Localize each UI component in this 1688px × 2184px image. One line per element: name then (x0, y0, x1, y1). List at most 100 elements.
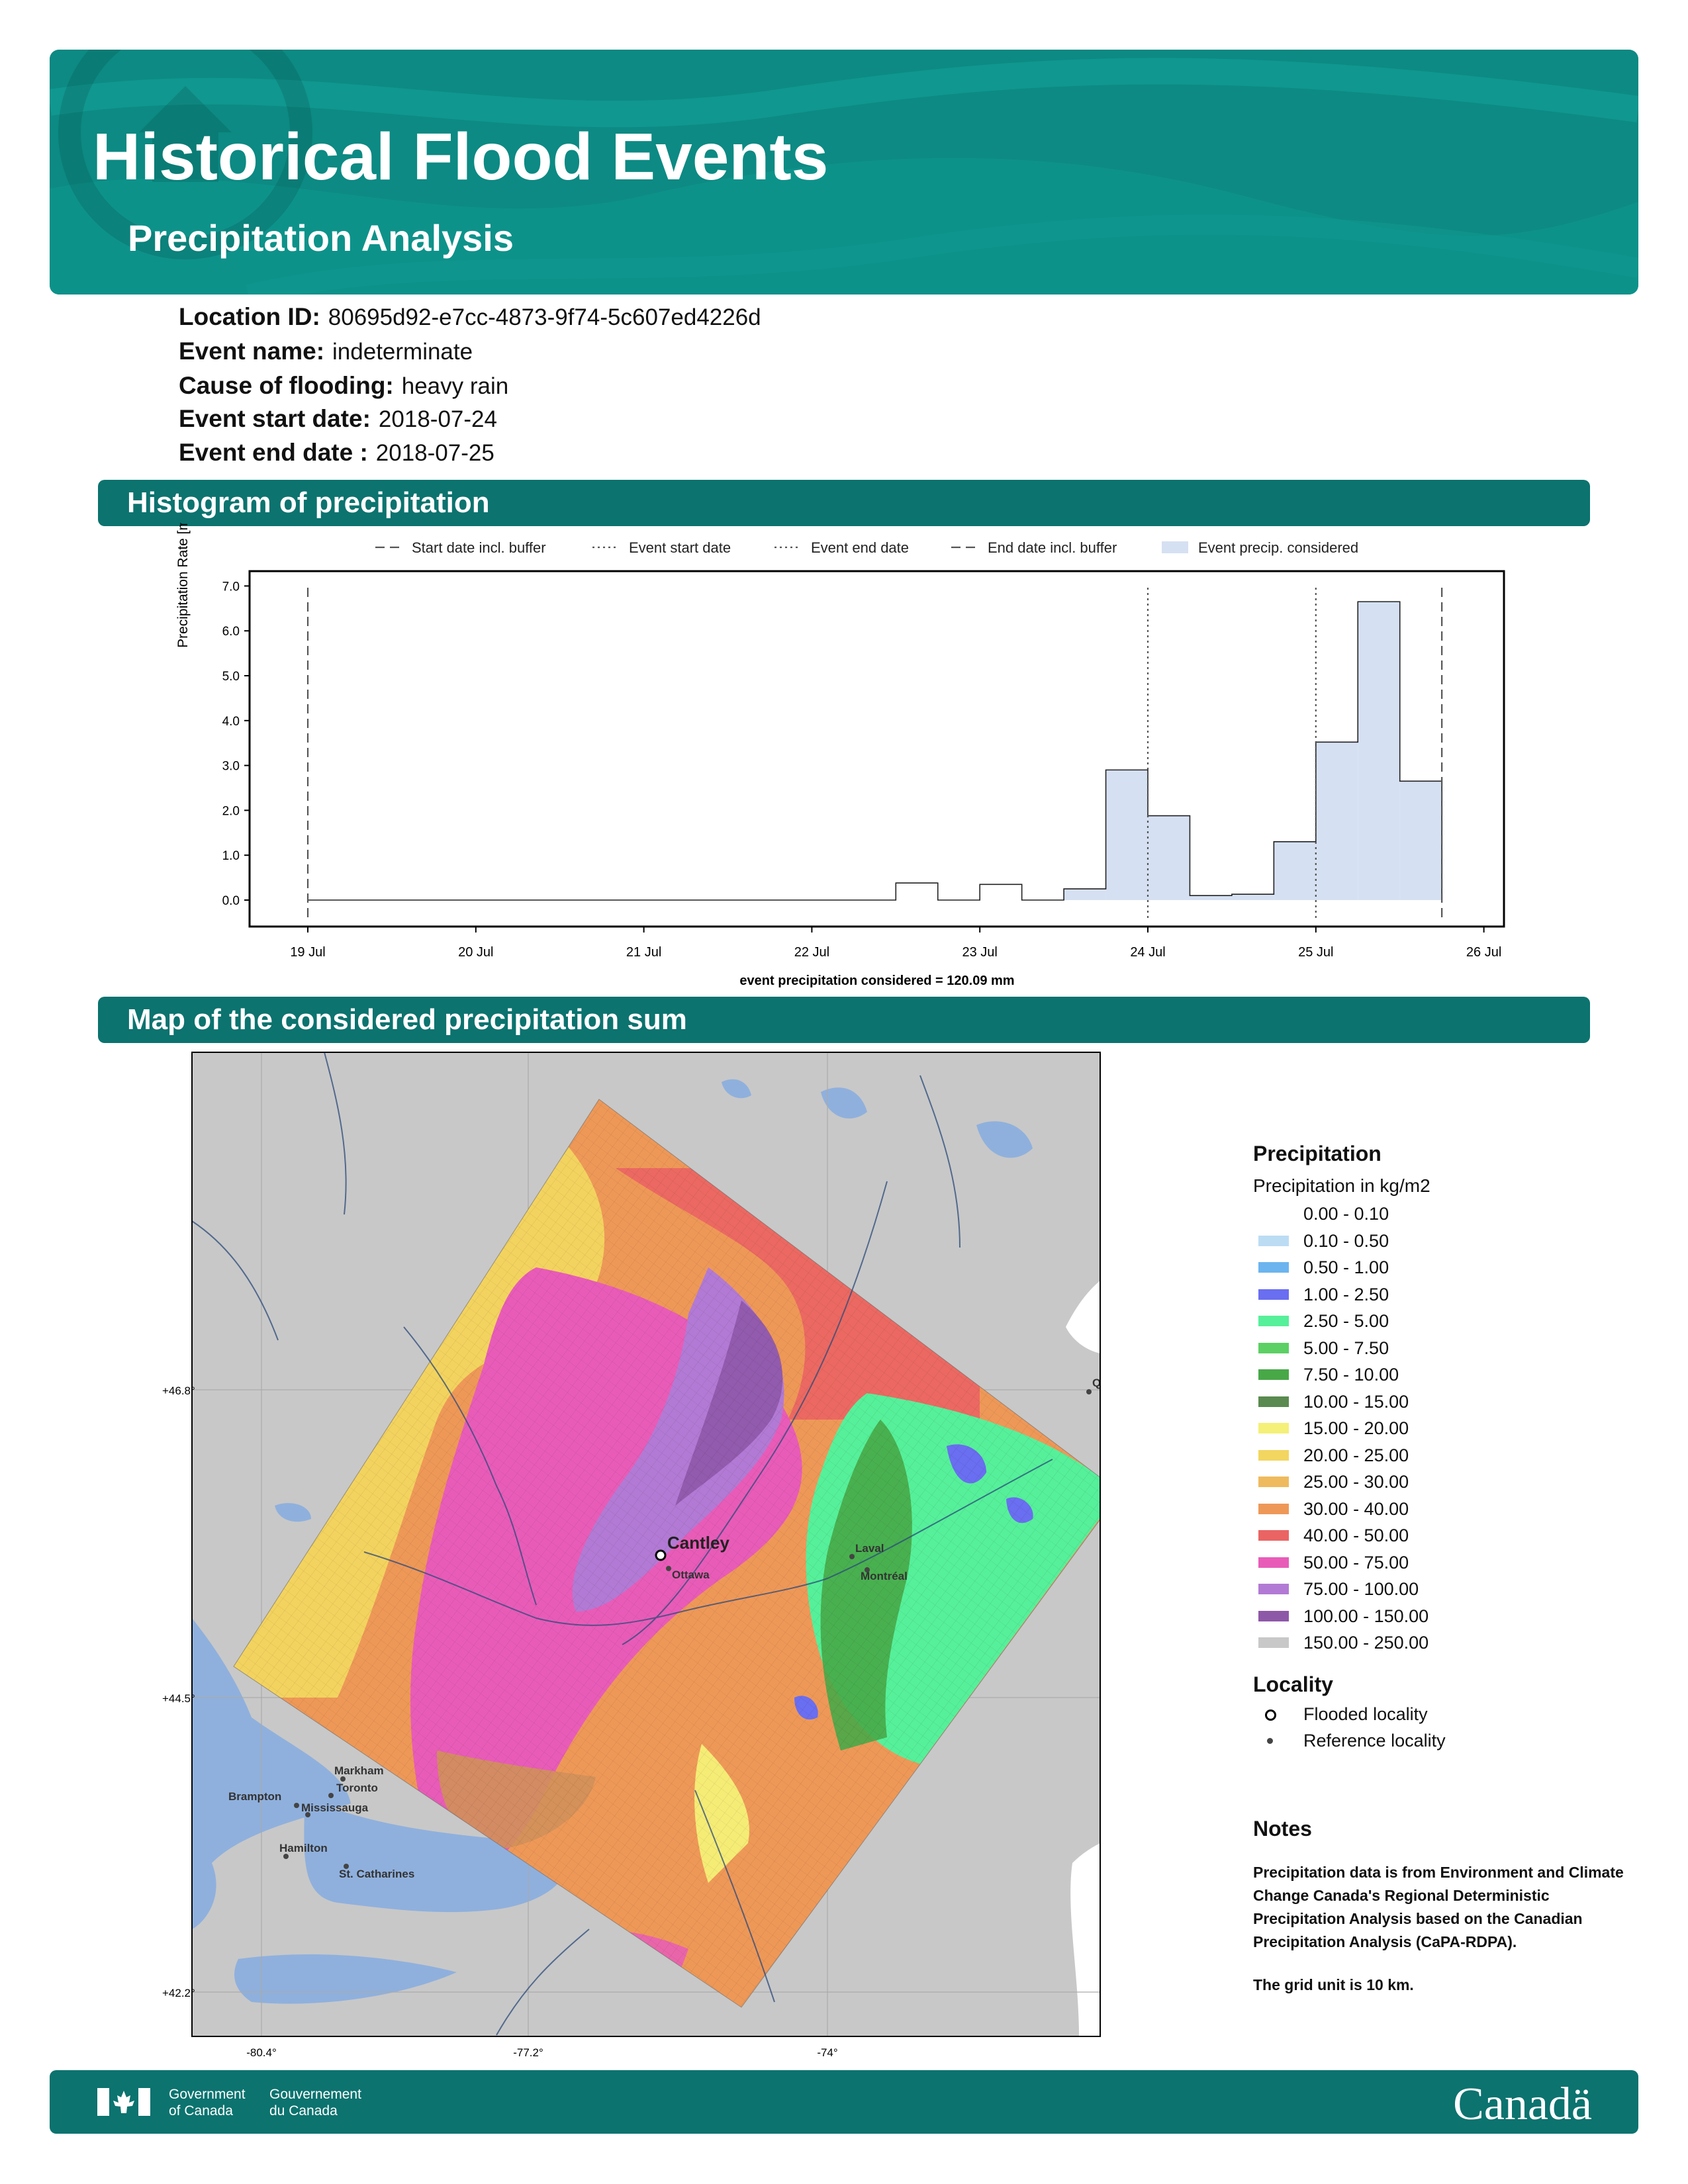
svg-text:-80.4°: -80.4° (246, 2046, 277, 2059)
legend-flooded-locality: Flooded locality (1253, 1701, 1624, 1728)
histogram-bar-11 (1315, 742, 1358, 900)
section-map: Map of the considered precipitation sum (98, 997, 1590, 1043)
legend-label-0: Start date incl. buffer (412, 539, 546, 556)
svg-text:Hamilton: Hamilton (279, 1842, 328, 1854)
svg-text:Toronto: Toronto (336, 1782, 378, 1794)
legend-class-11: 30.00 - 40.00 (1253, 1496, 1624, 1523)
precipitation-map: Cantley Ottawa Laval Montréal Québec Mar… (162, 1052, 1119, 2059)
legend-class-6: 7.50 - 10.00 (1253, 1361, 1624, 1388)
legend-class-16: 150.00 - 250.00 (1253, 1629, 1624, 1657)
legend-class-label: 0.00 - 0.10 (1303, 1204, 1389, 1224)
histogram-bar-7 (1148, 815, 1190, 900)
legend-swatch (1258, 1342, 1289, 1353)
legend-label-1: Event start date (629, 539, 731, 556)
notes-text-grid: The grid unit is 10 km. (1253, 1976, 1414, 1993)
canada-flag-icon (97, 2088, 150, 2116)
histogram-legend: Start date incl. buffer Event start date E… (375, 539, 1358, 556)
canada-wordmark: Canadä (1453, 2079, 1592, 2130)
legend-swatch (1258, 1208, 1289, 1219)
legend-label-4: Event precip. considered (1198, 539, 1358, 556)
x-tick-label-4: 23 Jul (962, 945, 998, 960)
svg-text:+46.8°: +46.8° (162, 1385, 195, 1397)
reference-marker-icon (1267, 1738, 1273, 1744)
legend-class-13: 50.00 - 75.00 (1253, 1549, 1624, 1576)
histogram-bar-13 (1399, 781, 1442, 900)
x-axis: 19 Jul 20 Jul 21 Jul 22 Jul 23 Jul 24 Jul 25 J… (290, 927, 1501, 960)
y-axis: 0.0 1.0 2.0 3.0 4.0 5.0 6.0 7.0 (222, 580, 250, 908)
legend-class-7: 10.00 - 15.00 (1253, 1388, 1624, 1416)
histogram-bar-5 (1064, 889, 1106, 900)
legend-class-label: 150.00 - 250.00 (1303, 1633, 1429, 1653)
y-tick-label-0: 0.0 (222, 894, 240, 908)
histogram-bar-8 (1190, 895, 1232, 900)
legend-class-label: 10.00 - 15.00 (1303, 1391, 1409, 1412)
svg-text:Laval: Laval (855, 1542, 884, 1555)
svg-text:-77.2°: -77.2° (513, 2046, 543, 2059)
legend-class-3: 1.00 - 2.50 (1253, 1281, 1624, 1308)
legend-class-5: 5.00 - 7.50 (1253, 1335, 1624, 1362)
legend-label-2: Event end date (811, 539, 909, 556)
x-tick-label-6: 25 Jul (1298, 945, 1333, 960)
notes-panel: Notes Precipitation data is from Environ… (1253, 1817, 1624, 1997)
page-subtitle: Precipitation Analysis (128, 217, 514, 259)
legend-swatch (1258, 1369, 1289, 1380)
legend-class-label: 100.00 - 150.00 (1303, 1606, 1429, 1626)
legend-label-3: End date incl. buffer (988, 539, 1117, 556)
y-tick-label-4: 4.0 (222, 715, 240, 729)
info-cause: Cause of flooding: heavy rain (179, 372, 509, 399)
section-histogram: Histogram of precipitation (98, 480, 1590, 526)
legend-subtitle: Precipitation in kg/m2 (1253, 1175, 1430, 1196)
legend-reference-locality: Reference locality (1253, 1727, 1624, 1754)
legend-class-label: 5.00 - 7.50 (1303, 1338, 1389, 1358)
legend-swatch (1258, 1530, 1289, 1541)
legend-swatch-4 (1162, 541, 1188, 553)
legend-class-label: 25.00 - 30.00 (1303, 1472, 1409, 1492)
y-tick-label-5: 5.0 (222, 670, 240, 684)
legend-class-label: 0.50 - 1.00 (1303, 1257, 1389, 1277)
page-title: Historical Flood Events (93, 120, 829, 194)
legend-swatch (1258, 1503, 1289, 1514)
legend-classes: 0.00 - 0.10 0.10 - 0.50 0.50 - 1.00 1.00 - … (1253, 1201, 1624, 1657)
svg-text:Mississauga: Mississauga (301, 1801, 369, 1814)
legend-swatch (1258, 1289, 1289, 1300)
legend-swatch (1258, 1584, 1289, 1594)
y-axis-label: Precipitation Rate [mm h⁻¹] (175, 523, 191, 648)
legend-class-1: 0.10 - 0.50 (1253, 1228, 1624, 1255)
histogram-bar-12 (1358, 602, 1400, 900)
x-tick-label-5: 24 Jul (1130, 945, 1165, 960)
legend-class-label: 2.50 - 5.00 (1303, 1311, 1389, 1331)
histogram-bar-10 (1274, 841, 1316, 900)
locality-legend-title: Locality (1253, 1672, 1333, 1696)
svg-text:Montréal: Montréal (861, 1570, 908, 1582)
legend-swatch (1258, 1262, 1289, 1273)
flooded-marker-icon (1265, 1709, 1276, 1721)
legend-class-label: 15.00 - 20.00 (1303, 1418, 1409, 1438)
legend-class-9: 20.00 - 25.00 (1253, 1442, 1624, 1469)
legend-class-15: 100.00 - 150.00 (1253, 1603, 1624, 1630)
legend-swatch (1258, 1557, 1289, 1568)
x-tick-label-7: 26 Jul (1466, 945, 1501, 960)
legend-class-12: 40.00 - 50.00 (1253, 1522, 1624, 1549)
y-tick-label-1: 1.0 (222, 849, 240, 863)
svg-text:Cantley: Cantley (667, 1533, 729, 1553)
precipitation-histogram: Start date incl. buffer Event start date E… (175, 523, 1505, 988)
x-tick-label-1: 20 Jul (458, 945, 493, 960)
info-end-date: Event end date :2018-07-25 (179, 439, 494, 466)
legend-class-label: 40.00 - 50.00 (1303, 1525, 1409, 1545)
legend-title: Precipitation (1253, 1142, 1382, 1165)
svg-text:Ottawa: Ottawa (672, 1569, 710, 1581)
legend-class-14: 75.00 - 100.00 (1253, 1576, 1624, 1603)
x-tick-label-3: 22 Jul (794, 945, 829, 960)
gov-fr-signature: Gouvernement du Canada (269, 2087, 361, 2118)
legend-class-label: 7.50 - 10.00 (1303, 1365, 1399, 1385)
legend-swatch (1258, 1610, 1289, 1621)
x-tick-label-0: 19 Jul (290, 945, 325, 960)
svg-text:Québec: Québec (1092, 1377, 1119, 1389)
legend-class-label: 75.00 - 100.00 (1303, 1579, 1419, 1599)
info-location-id: Location ID: 80695d92-e7cc-4873-9f74-5c60… (179, 303, 761, 330)
legend-swatch (1258, 1449, 1289, 1461)
gov-en-signature: Government of Canada (169, 2087, 246, 2118)
svg-text:+44.5°: +44.5° (162, 1692, 195, 1705)
info-start-date: Event start date: 2018-07-24 (179, 405, 497, 432)
legend-class-8: 15.00 - 20.00 (1253, 1415, 1624, 1442)
